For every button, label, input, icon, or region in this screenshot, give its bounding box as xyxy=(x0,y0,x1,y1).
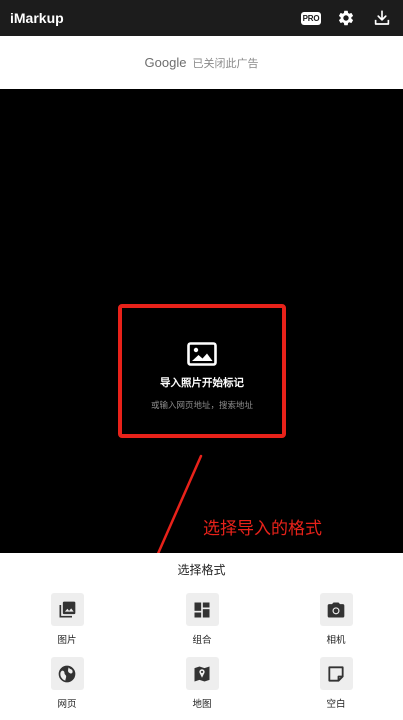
pro-badge[interactable]: PRO xyxy=(301,11,321,25)
map-icon xyxy=(194,666,210,681)
format-label: 图片 xyxy=(57,635,77,646)
ad-closed-text: 已关闭此广告 xyxy=(192,56,259,70)
gear-icon xyxy=(338,10,354,26)
format-label: 网页 xyxy=(57,699,77,710)
import-photo-area[interactable]: 导入照片开始标记 或输入网页地址，搜索地址 xyxy=(118,304,286,438)
import-title: 导入照片开始标记 xyxy=(160,377,244,389)
globe-icon xyxy=(58,665,76,682)
format-tile xyxy=(319,657,353,690)
format-sheet: 选择格式 图片 组合 相机 网页 地图 空白 xyxy=(0,553,403,720)
format-item-blank[interactable]: 空白 xyxy=(301,657,371,710)
camera-icon xyxy=(327,602,345,617)
format-tile xyxy=(50,657,84,690)
format-label: 地图 xyxy=(192,699,212,710)
settings-button[interactable] xyxy=(335,7,357,29)
format-tile xyxy=(50,593,84,626)
format-label: 相机 xyxy=(326,635,346,646)
top-app-bar: iMarkup PRO xyxy=(0,0,403,36)
format-item-camera[interactable]: 相机 xyxy=(301,593,371,646)
format-label: 空白 xyxy=(326,699,346,710)
app-title: iMarkup xyxy=(10,10,64,26)
top-actions: PRO xyxy=(301,7,393,29)
ad-brand: Google xyxy=(144,55,187,70)
download-button[interactable] xyxy=(371,7,393,29)
photos-icon xyxy=(59,601,76,617)
sheet-title: 选择格式 xyxy=(177,563,226,577)
format-label: 组合 xyxy=(192,635,212,646)
format-tile xyxy=(319,593,353,626)
collage-icon xyxy=(194,602,210,617)
format-tile xyxy=(185,593,219,626)
format-item-collage[interactable]: 组合 xyxy=(167,593,237,646)
format-item-map[interactable]: 地图 xyxy=(167,657,237,710)
import-subtitle: 或输入网页地址，搜索地址 xyxy=(150,401,253,411)
download-icon xyxy=(374,10,390,25)
blank-note-icon xyxy=(328,665,344,682)
format-item-photos[interactable]: 图片 xyxy=(32,593,102,646)
annotation-text: 选择导入的格式 xyxy=(203,519,322,539)
format-tile xyxy=(185,657,219,690)
format-item-webpage[interactable]: 网页 xyxy=(32,657,102,710)
ad-banner: Google 已关闭此广告 xyxy=(0,36,403,89)
image-icon xyxy=(187,342,217,366)
